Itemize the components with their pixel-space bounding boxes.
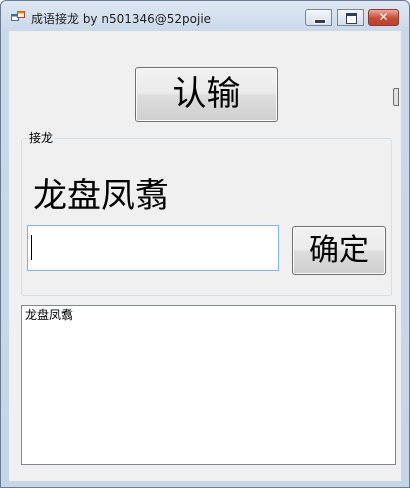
history-textbox[interactable]: 龙盘凤翥 bbox=[21, 305, 396, 465]
side-handle[interactable] bbox=[393, 88, 399, 106]
surrender-button[interactable]: 认输 bbox=[135, 67, 278, 122]
maximize-button[interactable] bbox=[337, 9, 364, 26]
minimize-button[interactable] bbox=[305, 9, 332, 26]
maximize-icon bbox=[346, 13, 357, 24]
idiom-input[interactable] bbox=[27, 225, 279, 271]
text-caret bbox=[31, 235, 32, 260]
title-bar[interactable]: 成语接龙 by n501346@52pojie ✕ bbox=[1, 1, 409, 31]
minimize-icon bbox=[314, 19, 326, 24]
chain-group-legend: 接龙 bbox=[27, 129, 56, 146]
confirm-button[interactable]: 确定 bbox=[292, 226, 386, 275]
client-area: 认输 接龙 龙盘凤翥 确定 龙盘凤翥 bbox=[9, 31, 401, 481]
close-icon: ✕ bbox=[378, 10, 389, 24]
current-idiom-label: 龙盘凤翥 bbox=[33, 176, 169, 216]
app-window: 成语接龙 by n501346@52pojie ✕ 认输 接龙 龙盘凤翥 确定 … bbox=[0, 0, 410, 488]
app-window-icon bbox=[11, 11, 25, 21]
history-line: 龙盘凤翥 bbox=[25, 308, 74, 322]
close-button[interactable]: ✕ bbox=[368, 9, 399, 26]
window-title: 成语接龙 by n501346@52pojie bbox=[31, 12, 212, 26]
